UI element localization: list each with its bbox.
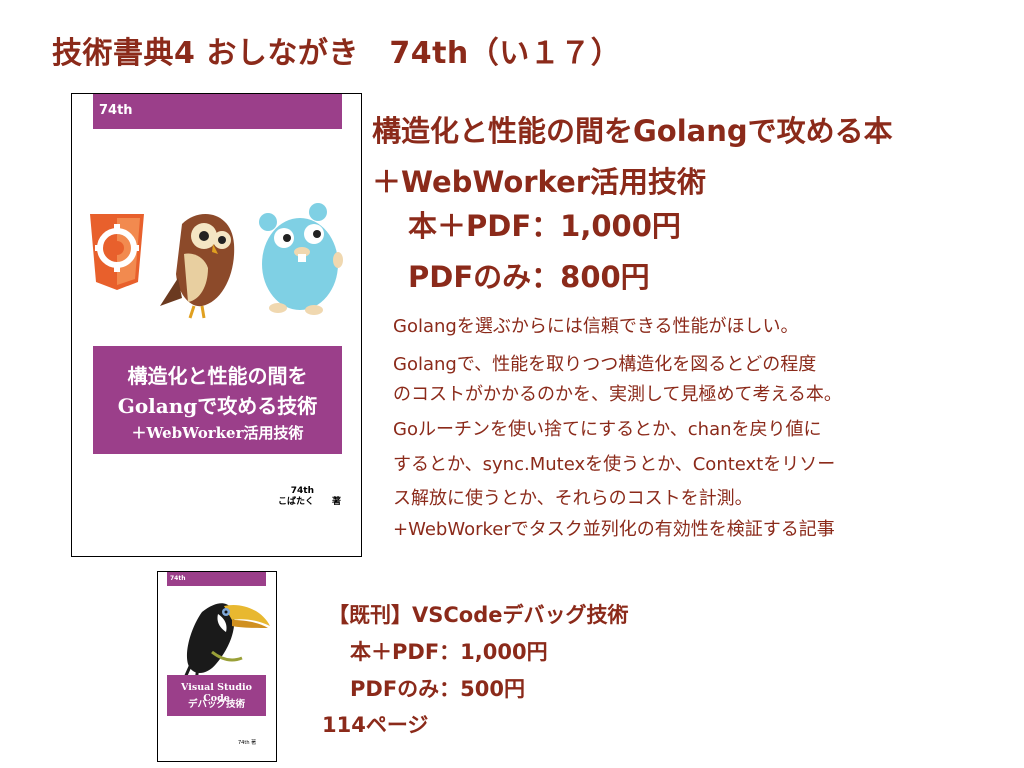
gopher-icon xyxy=(259,203,343,315)
owl-icon xyxy=(160,213,235,319)
main-price-book-pdf: 本＋PDF：1,000円 xyxy=(408,209,681,243)
main-price-pdf-only: PDFのみ：800円 xyxy=(408,260,650,294)
cover-title-line2: デバッグ技術 xyxy=(187,699,245,710)
main-desc-lead: Golangを選ぶからには信頼できる性能がほしい。 xyxy=(393,316,799,337)
main-desc-line: Golangで、性能を取りつつ構造化を図るとどの程度 xyxy=(393,354,817,375)
prev-price-pdf-only: PDFのみ：500円 xyxy=(350,677,526,701)
cover-author: 74th 著 xyxy=(238,740,257,746)
page-title: 技術書典4 おしながき 74th（い１７） xyxy=(52,36,622,71)
cover-author-mark: 著 xyxy=(332,497,342,507)
cover-top-band: 74th xyxy=(167,572,266,586)
toucan-icon xyxy=(182,603,270,683)
main-desc-line: +WebWorkerでタスク並列化の有効性を検証する記事 xyxy=(393,519,835,540)
prev-book-title: 【既刊】VSCodeデバッグ技術 xyxy=(328,603,629,627)
cover-top-band: 74th xyxy=(93,94,342,129)
main-desc-line: ス解放に使うとか、それらのコストを計測。 xyxy=(393,488,753,509)
cover-title-line1: 構造化と性能の間を xyxy=(127,364,308,388)
cover-circle-name: 74th xyxy=(99,103,133,118)
cover-author-line2: こばたく xyxy=(278,497,315,507)
cover-author: 74th こばたく xyxy=(278,486,314,508)
main-desc-line: Goルーチンを使い捨てにするとか、chanを戻り値に xyxy=(393,419,822,440)
main-desc-line: のコストがかかるのかを、実測して見極めて考える本。 xyxy=(393,384,842,405)
cover-author-line1: 74th xyxy=(290,486,315,496)
toucan-illustration xyxy=(182,603,270,683)
prev-price-book-pdf: 本＋PDF：1,000円 xyxy=(350,640,548,664)
main-book-cover: 74th 構造化と性能の間を Golangで攻める技術 ＋WebWorker活用… xyxy=(71,93,362,557)
cover-title-band: 構造化と性能の間を Golangで攻める技術 ＋WebWorker活用技術 xyxy=(93,346,342,454)
main-book-title-line1: 構造化と性能の間をGolangで攻める本 xyxy=(372,114,893,148)
cover-circle-name: 74th xyxy=(170,575,186,582)
main-desc-line: するとか、sync.Mutexを使うとか、Contextをリソー xyxy=(393,454,836,475)
prev-page-count: 114ページ xyxy=(322,713,429,737)
prev-book-cover: 74th Visual Studio Code デバッグ技術 74th 著 xyxy=(157,571,277,762)
cover-title-band: Visual Studio Code デバッグ技術 xyxy=(167,675,266,716)
cover-title-line2: Golangで攻める技術 xyxy=(117,394,318,418)
main-book-title: 構造化と性能の間をGolangで攻める本 ＋WebWorker活用技術 xyxy=(372,106,893,208)
cover-title-line3: ＋WebWorker活用技術 xyxy=(131,424,304,442)
cover-mascots-illustration xyxy=(90,203,343,319)
shield-icon xyxy=(90,214,144,290)
main-book-title-line2: ＋WebWorker活用技術 xyxy=(372,165,707,199)
